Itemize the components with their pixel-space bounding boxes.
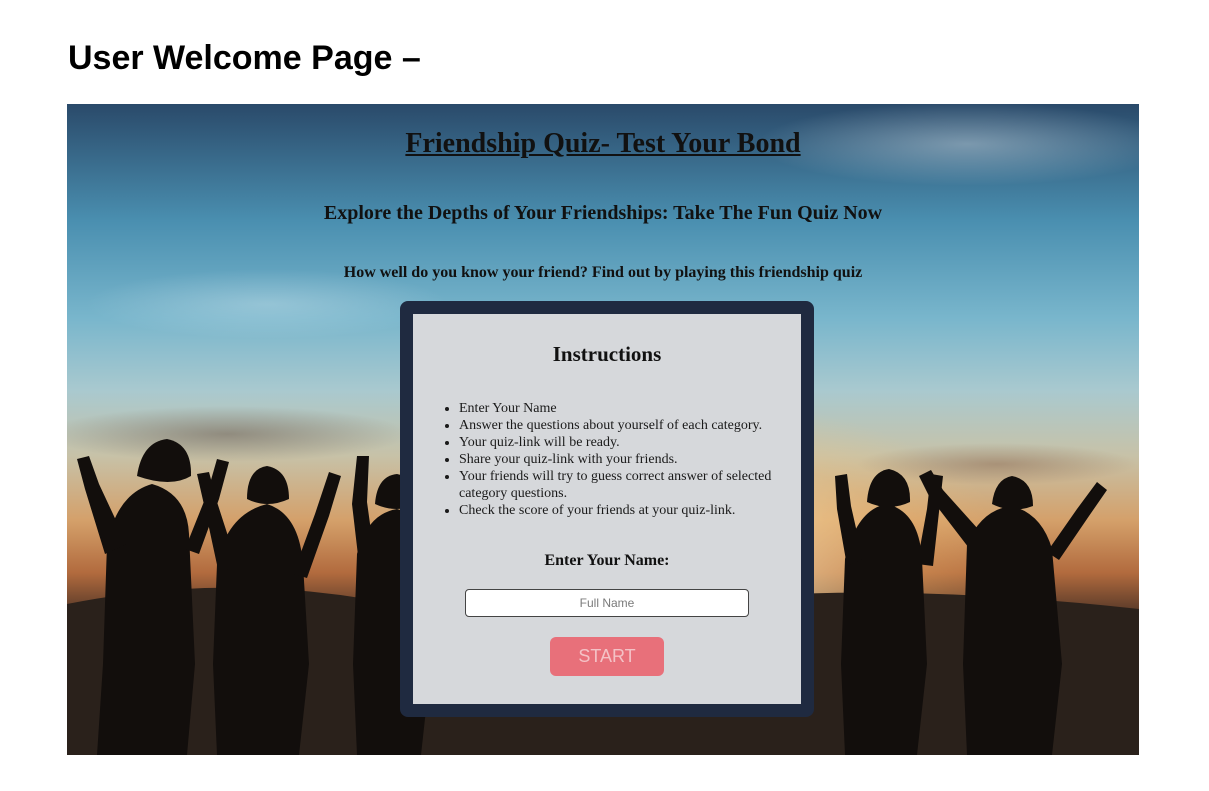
instruction-item: Answer the questions about yourself of e… bbox=[459, 417, 819, 434]
instructions-heading: Instructions bbox=[552, 342, 662, 366]
name-input[interactable] bbox=[465, 589, 749, 617]
page-title: Friendship Quiz- Test Your Bond bbox=[405, 128, 801, 159]
instruction-item: Enter Your Name bbox=[459, 400, 819, 417]
instruction-item: Share your quiz-link with your friends. bbox=[459, 451, 819, 468]
document-heading: User Welcome Page – bbox=[68, 39, 421, 77]
page-tagline: How well do you know your friend? Find o… bbox=[343, 264, 863, 281]
instructions-list: Enter Your Name Answer the questions abo… bbox=[439, 400, 819, 519]
instruction-item: Your quiz-link will be ready. bbox=[459, 434, 819, 451]
instruction-item: Check the score of your friends at your … bbox=[459, 502, 819, 519]
app-screenshot: Friendship Quiz- Test Your Bond Explore … bbox=[67, 104, 1139, 755]
name-label: Enter Your Name: bbox=[544, 552, 670, 569]
instructions-card-frame: Instructions Enter Your Name Answer the … bbox=[400, 301, 814, 717]
instructions-card: Instructions Enter Your Name Answer the … bbox=[413, 314, 801, 704]
page-subtitle: Explore the Depths of Your Friendships: … bbox=[323, 202, 883, 224]
start-button[interactable]: START bbox=[550, 637, 664, 676]
instruction-item: Your friends will try to guess correct a… bbox=[459, 468, 819, 502]
